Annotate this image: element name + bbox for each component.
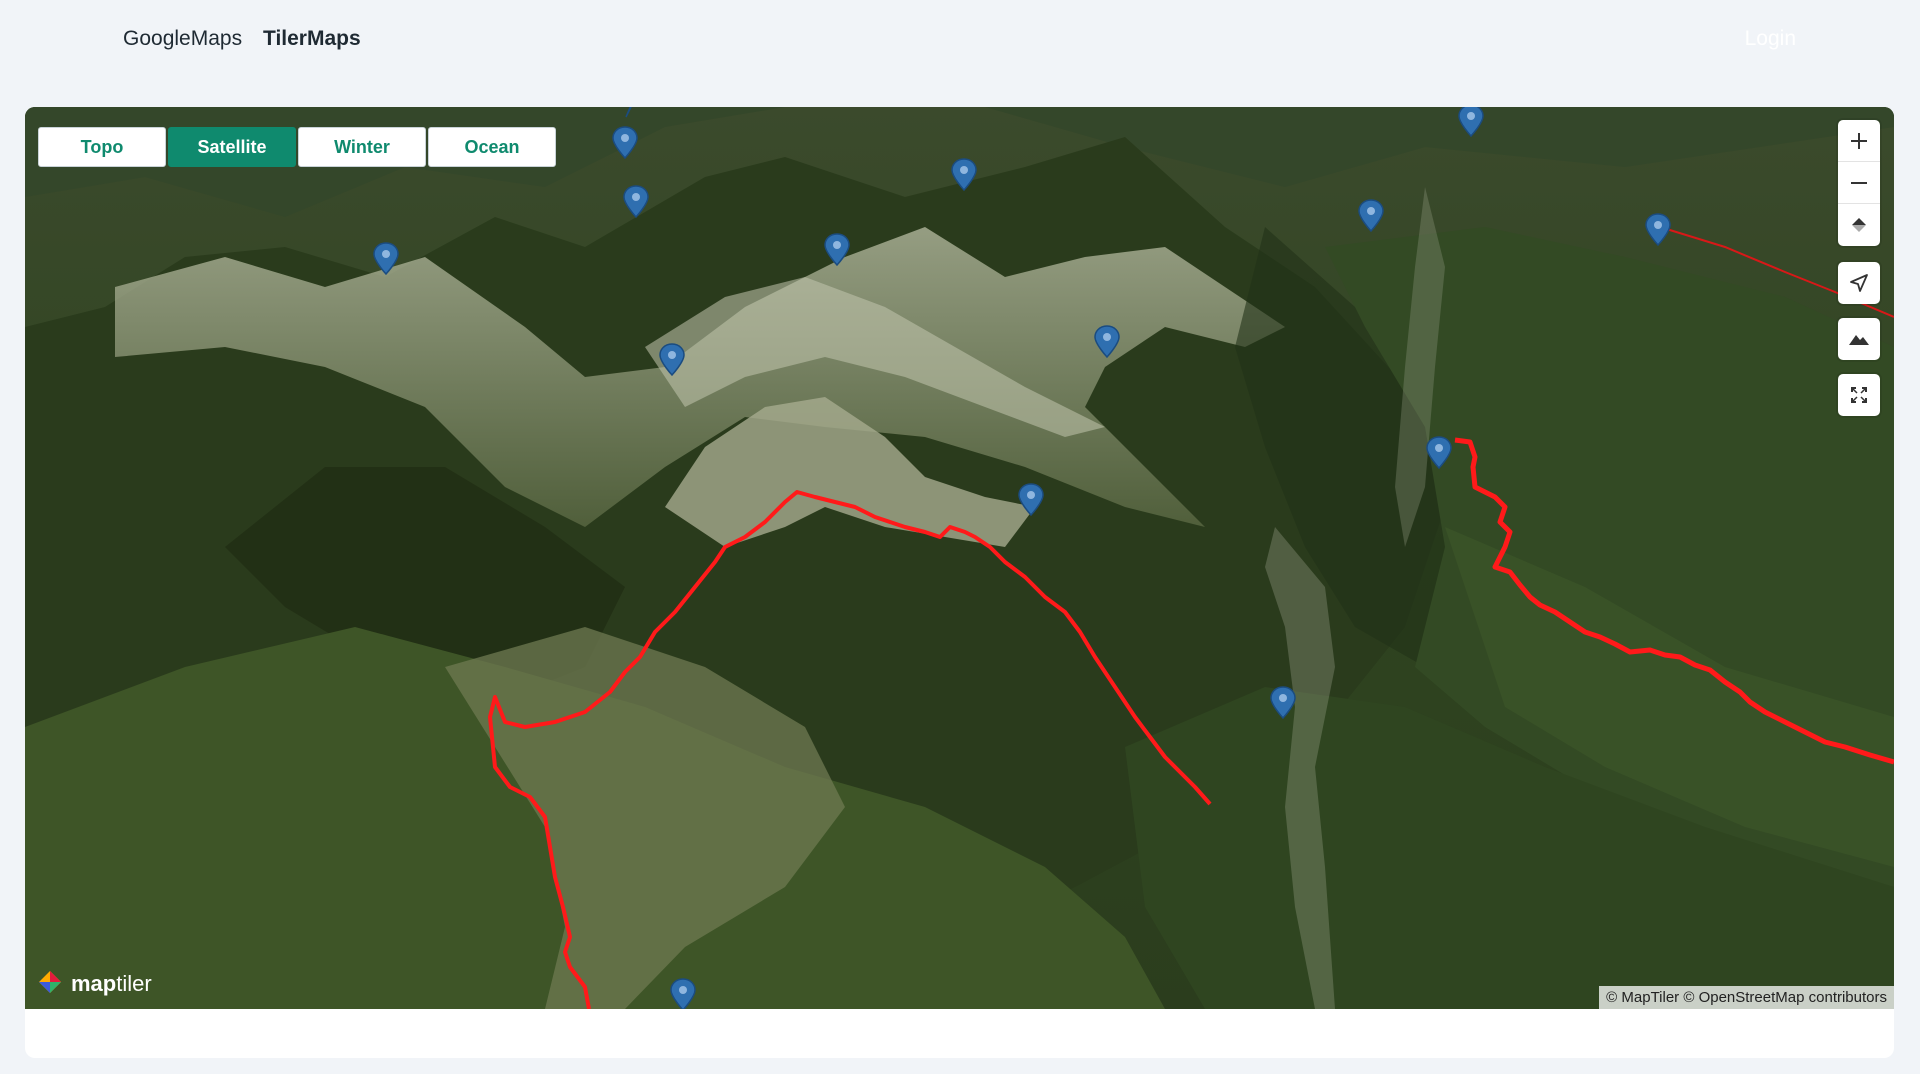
mountain-icon (1849, 335, 1869, 345)
terrain-toggle-button[interactable] (1838, 318, 1880, 360)
satellite-terrain (25, 107, 1894, 1009)
logo-text-bold: map (71, 971, 117, 996)
style-button-ocean[interactable]: Ocean (428, 127, 556, 167)
map-view[interactable]: Topo Satellite Winter Ocean maptiler © M… (25, 107, 1894, 1009)
top-navigation: GoogleMaps TilerMaps Login (0, 0, 1920, 80)
nav-link-tilermaps[interactable]: TilerMaps (263, 27, 361, 51)
logo-text-light: tiler (116, 971, 152, 996)
zoom-in-icon (1851, 132, 1867, 149)
maptiler-logo-icon (39, 971, 61, 993)
login-link[interactable]: Login (1745, 27, 1796, 51)
zoom-out-button[interactable] (1838, 162, 1880, 204)
zoom-out-icon (1851, 181, 1867, 184)
locate-arrow-icon (1850, 274, 1868, 292)
navigation-control-group (1838, 120, 1880, 246)
compass-button[interactable] (1838, 204, 1880, 246)
nav-link-googlemaps[interactable]: GoogleMaps (123, 27, 242, 51)
geolocate-control (1838, 262, 1880, 304)
style-button-winter[interactable]: Winter (298, 127, 426, 167)
zoom-in-button[interactable] (1838, 120, 1880, 162)
map-style-switcher: Topo Satellite Winter Ocean (38, 127, 556, 167)
fullscreen-button[interactable] (1838, 374, 1880, 416)
geolocate-button[interactable] (1838, 262, 1880, 304)
terrain-control (1838, 318, 1880, 360)
style-button-topo[interactable]: Topo (38, 127, 166, 167)
fullscreen-icon (1851, 387, 1867, 403)
style-button-satellite[interactable]: Satellite (168, 127, 296, 167)
map-attribution[interactable]: © MapTiler © OpenStreetMap contributors (1599, 986, 1894, 1009)
maptiler-logo[interactable]: maptiler (35, 969, 152, 999)
fullscreen-control (1838, 374, 1880, 416)
compass-icon (1852, 218, 1866, 232)
